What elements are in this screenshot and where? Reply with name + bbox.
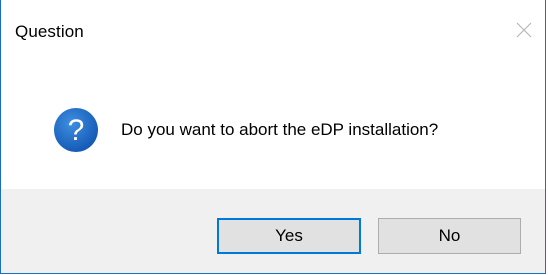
close-icon <box>516 22 532 38</box>
message-area: ? Do you want to abort the eDP installat… <box>1 64 545 190</box>
question-dialog: Question ? Do you want to abort the eDP <box>0 0 546 274</box>
close-button[interactable] <box>507 14 539 46</box>
question-icon: ? <box>53 107 99 153</box>
dialog-title: Question <box>15 22 84 41</box>
no-button[interactable]: No <box>378 218 521 254</box>
yes-button[interactable]: Yes <box>217 218 361 254</box>
message-text: Do you want to abort the eDP installatio… <box>121 120 439 139</box>
svg-text:?: ? <box>68 114 85 147</box>
title-bar: Question <box>1 0 545 64</box>
button-bar: Yes No <box>1 189 545 273</box>
